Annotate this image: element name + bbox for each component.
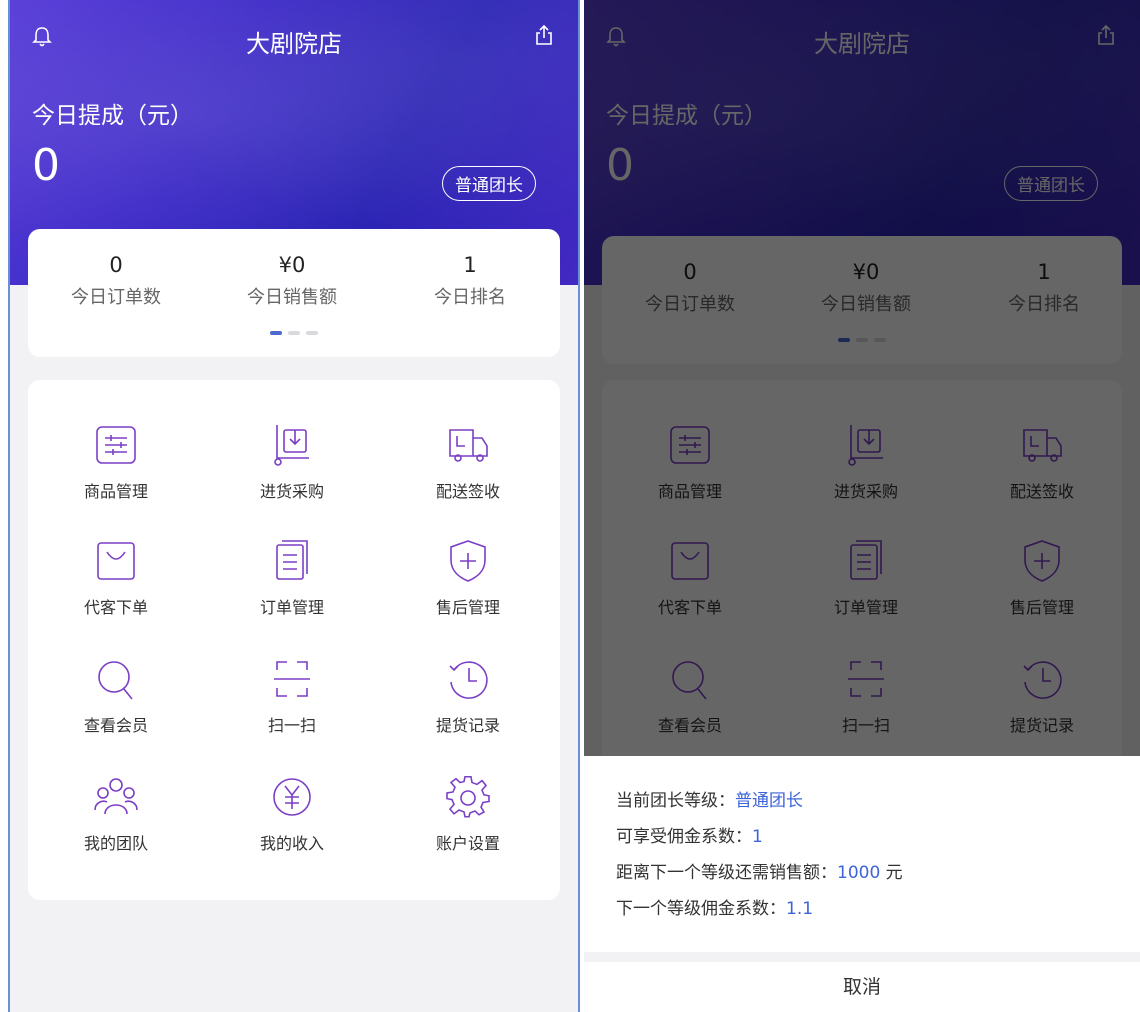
menu-view-members[interactable]: 查看会员 (36, 656, 196, 736)
shopping-bag-icon (97, 542, 135, 580)
menu-label: 我的团队 (83, 834, 148, 853)
purchase-cart-icon (274, 425, 309, 466)
stat-value: 0 (109, 253, 123, 277)
stat-value: ¥0 (278, 253, 306, 277)
sheet-divider (584, 952, 1140, 962)
coefficient-row: 可享受佣金系数：1 (616, 822, 763, 847)
magnifier-icon (98, 661, 133, 700)
stat-label: 今日销售额 (247, 287, 337, 308)
next-sales-label: 距离下一个等级还需销售额： (616, 863, 837, 883)
share-icon[interactable] (534, 24, 554, 46)
page-dot[interactable] (306, 331, 318, 335)
menu-label: 扫一扫 (267, 716, 316, 735)
store-title: 大剧院店 (246, 30, 342, 58)
menu-order-management[interactable]: 订单管理 (212, 538, 372, 618)
stats-card: 0 今日订单数 ¥0 今日销售额 1 今日排名 (28, 229, 560, 357)
cancel-button[interactable]: 取消 (584, 962, 1140, 1012)
menu-after-sales[interactable]: 售后管理 (388, 538, 548, 618)
menu-pickup-records[interactable]: 提货记录 (388, 656, 548, 736)
page-dot[interactable] (288, 331, 300, 335)
menu-label: 查看会员 (83, 716, 148, 735)
yuan-coin-icon (273, 778, 311, 816)
menu-label: 商品管理 (83, 482, 148, 501)
menu-delivery[interactable]: 配送签收 (388, 422, 548, 502)
menu-label: 配送签收 (435, 482, 500, 501)
level-badge[interactable]: 普通团长 (442, 166, 536, 201)
today-commission-value: 0 (32, 140, 60, 191)
current-level-row: 当前团长等级：普通团长 (616, 786, 803, 811)
menu-purchase[interactable]: 进货采购 (212, 422, 372, 502)
menu-account-settings[interactable]: 账户设置 (388, 774, 548, 854)
page-indicator (270, 331, 318, 335)
next-coefficient-value: 1.1 (786, 899, 814, 919)
menu-order-for-customer[interactable]: 代客下单 (36, 538, 196, 618)
delivery-truck-icon (449, 429, 488, 462)
next-coefficient-label: 下一个等级佣金系数： (616, 899, 786, 919)
bell-icon[interactable] (32, 26, 52, 48)
menu-scan[interactable]: 扫一扫 (212, 656, 372, 736)
menu-my-income[interactable]: 我的收入 (212, 774, 372, 854)
menu-label: 代客下单 (83, 598, 148, 617)
next-sales-unit: 元 (880, 863, 903, 883)
menu-label: 我的收入 (259, 834, 324, 853)
menu-label: 进货采购 (259, 482, 324, 501)
menu-label: 订单管理 (259, 598, 324, 617)
current-level-value: 普通团长 (735, 791, 803, 811)
next-sales-value: 1000 (837, 863, 881, 883)
stat-label: 今日排名 (434, 287, 506, 308)
goods-list-icon (96, 426, 136, 464)
current-level-label: 当前团长等级： (616, 791, 735, 811)
order-document-icon (276, 540, 308, 580)
team-icon (94, 778, 138, 815)
menu-label: 提货记录 (435, 716, 500, 735)
coefficient-label: 可享受佣金系数： (616, 827, 752, 847)
scan-icon (274, 661, 310, 697)
level-info-sheet: 当前团长等级：普通团长 可享受佣金系数：1 距离下一个等级还需销售额：1000 … (584, 756, 1140, 1012)
menu-label: 售后管理 (435, 598, 500, 617)
coefficient-value: 1 (752, 827, 763, 847)
stat-sales: ¥0 今日销售额 (212, 253, 372, 309)
menu-goods-management[interactable]: 商品管理 (36, 422, 196, 502)
stat-rank: 1 今日排名 (390, 253, 550, 309)
clock-history-icon (449, 661, 488, 699)
menu-my-team[interactable]: 我的团队 (36, 774, 196, 854)
today-commission-label: 今日提成（元） (32, 103, 193, 129)
menu-label: 账户设置 (435, 834, 500, 853)
stat-value: 1 (463, 253, 477, 277)
stat-label: 今日订单数 (71, 287, 161, 308)
gear-icon (446, 776, 490, 818)
shield-plus-icon (450, 540, 486, 582)
home-screen: 大剧院店 今日提成（元） 0 普通团长 0 今日订单数 ¥0 今日销售额 1 今… (8, 0, 580, 1012)
stat-orders: 0 今日订单数 (36, 253, 196, 309)
function-grid: 商品管理 进货采购 配送签收 (28, 380, 560, 900)
page-dot[interactable] (270, 331, 282, 335)
home-screen-with-sheet: 大剧院店 今日提成（元） 0 普通团长 0 今日订单数 ¥0 今日销售额 1 今… (584, 0, 1140, 1012)
next-coefficient-row: 下一个等级佣金系数：1.1 (616, 894, 813, 919)
next-sales-row: 距离下一个等级还需销售额：1000 元 (616, 858, 903, 883)
